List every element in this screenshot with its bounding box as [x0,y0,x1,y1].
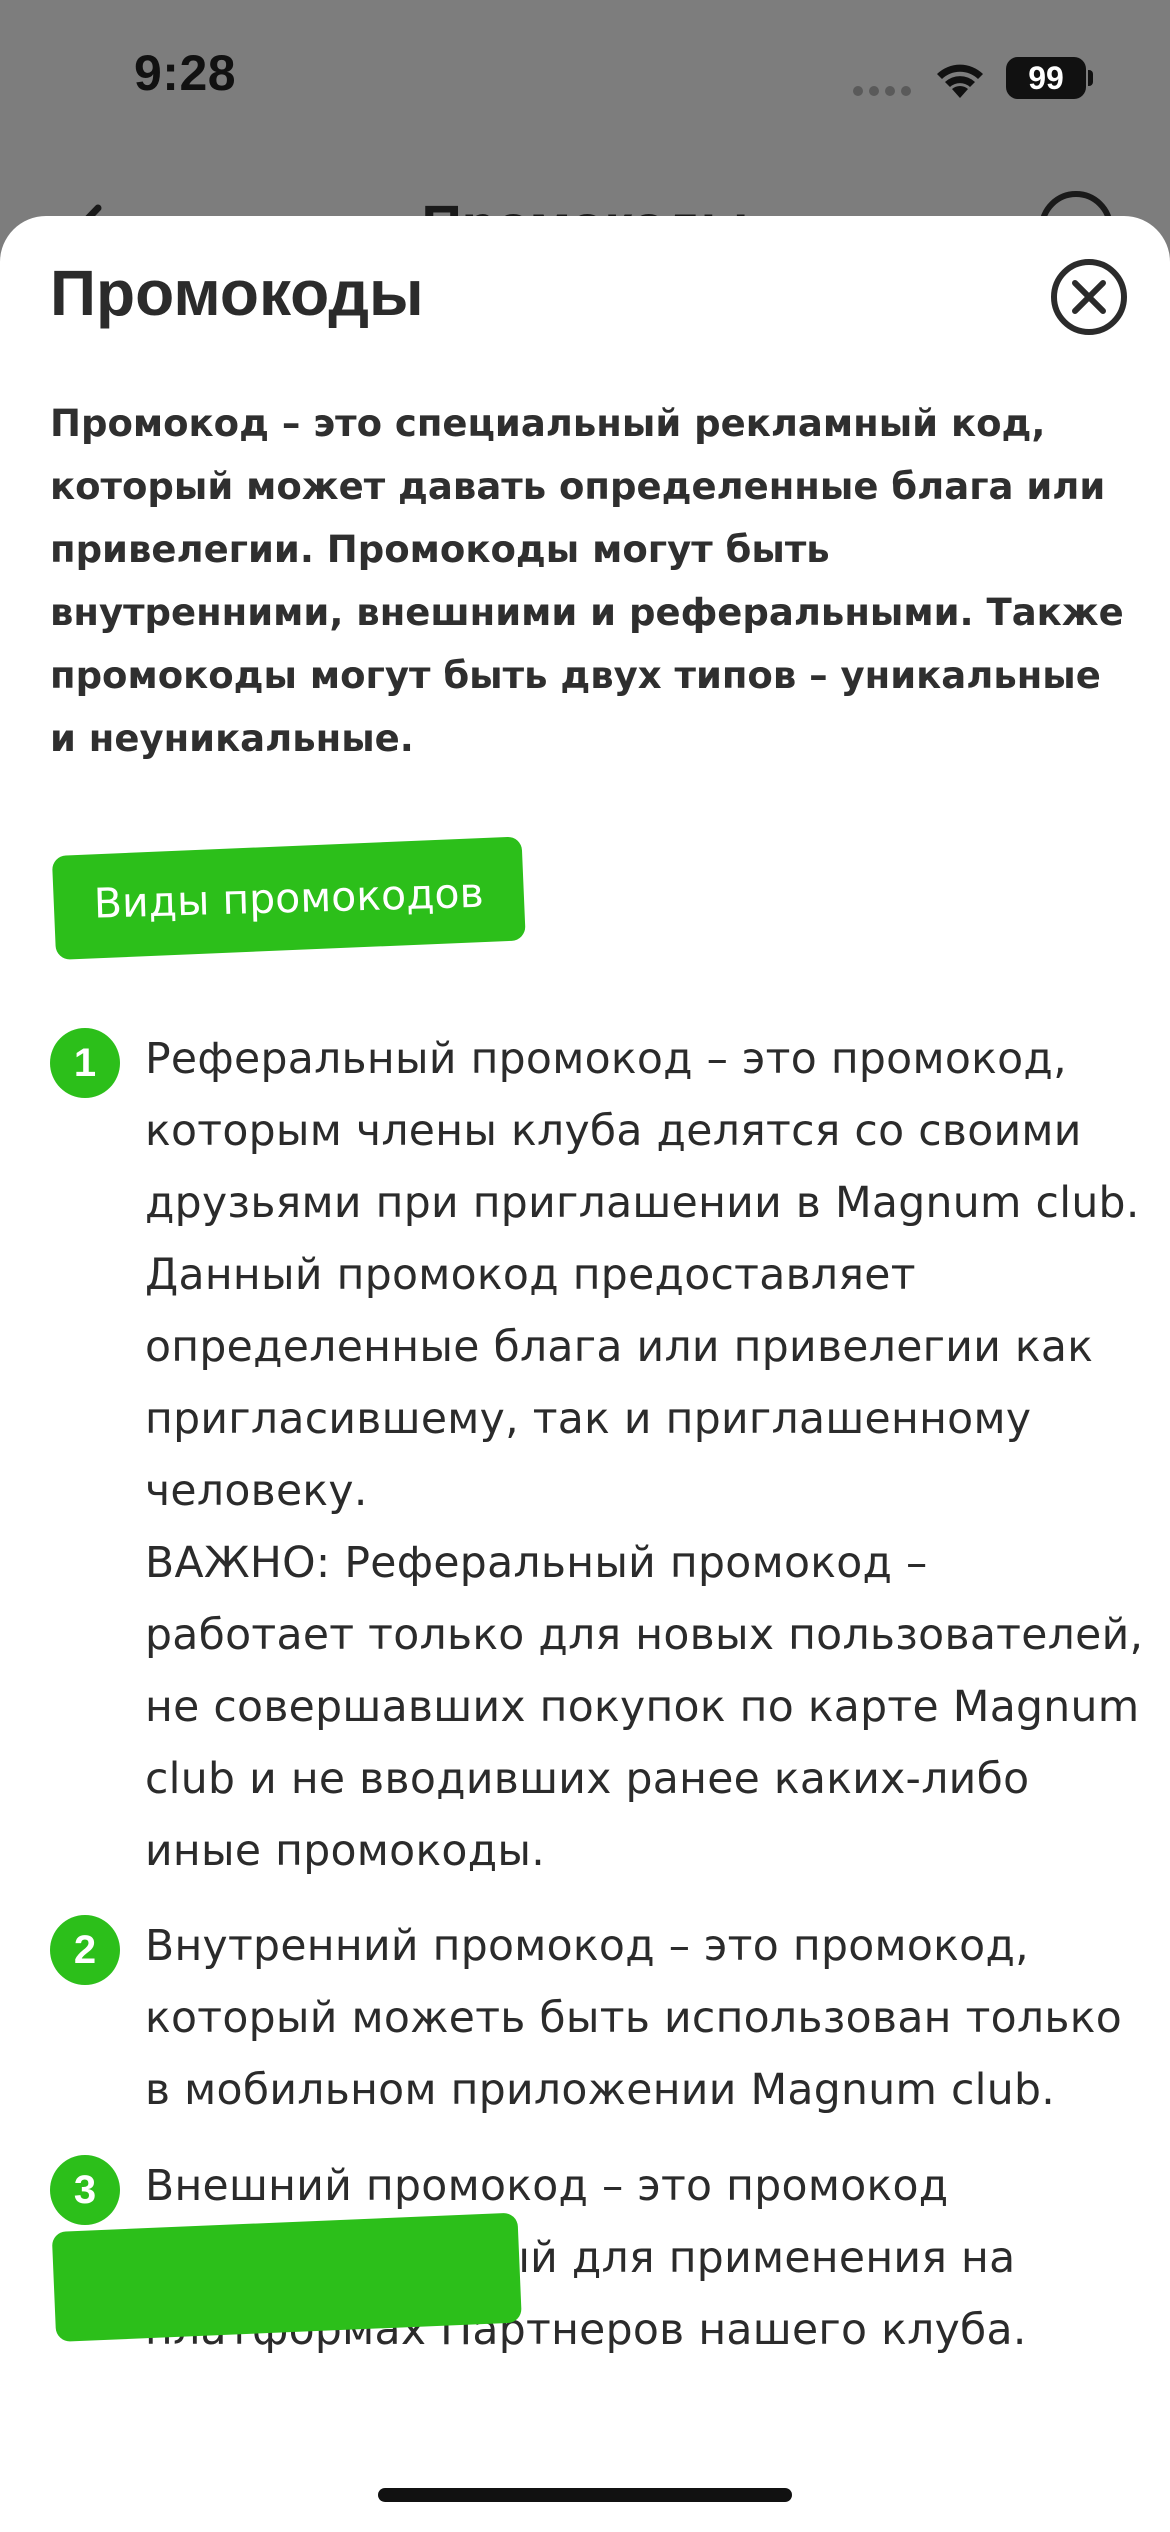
wifi-icon [937,64,983,98]
sheet-title: Промокоды [50,257,424,329]
promo-description-text: Внутренний промокод – это промокод, кото… [145,1922,1123,2115]
promo-description-text: Реферальный промокод – это промокод, кот… [145,1035,1140,1516]
promo-description: Внутренний промокод – это промокод, кото… [145,1911,1145,2127]
close-icon [1072,280,1106,314]
promo-description: Реферальный промокод – это промокод, кот… [145,1024,1145,1888]
important-note: ВАЖНО: Реферальный промокод – работает т… [145,1539,1144,1876]
battery-tip [1088,70,1093,86]
section-tag: Виды промокодов [51,836,526,960]
number-badge: 3 [50,2155,120,2225]
status-bar: 9:28 99 [0,0,1170,150]
intro-text: Промокод – это специальный рекламный код… [50,402,1124,760]
next-section-tag [51,2212,522,2342]
section-tag-label: Виды промокодов [93,868,485,928]
cellular-signal-icon [853,86,911,96]
number-badge: 2 [50,1915,120,1985]
home-indicator[interactable] [378,2488,792,2502]
status-time: 9:28 [134,45,237,101]
promo-info-sheet: Промокоды Промокод – это специальный рек… [0,216,1170,2532]
close-button[interactable] [1051,259,1127,335]
battery-indicator: 99 [1006,57,1086,99]
battery-level: 99 [1028,59,1064,96]
number-badge: 1 [50,1028,120,1098]
